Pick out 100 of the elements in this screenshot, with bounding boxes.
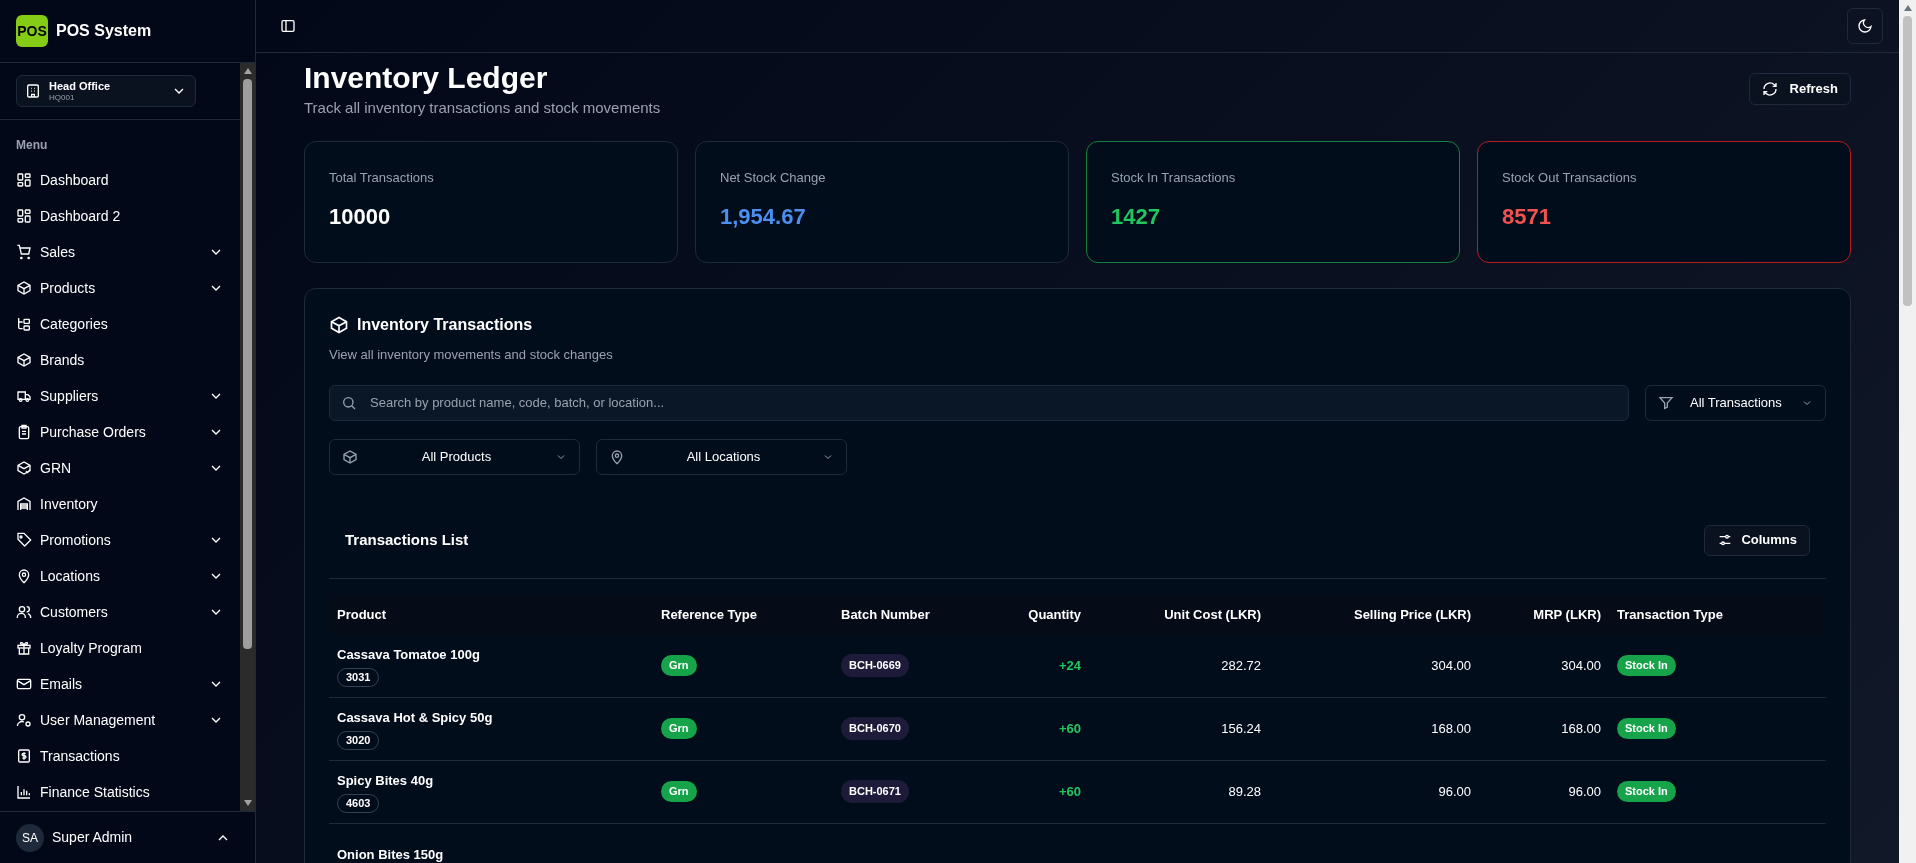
reference-type-badge: Grn xyxy=(661,655,697,676)
sidebar-item[interactable]: Customers xyxy=(8,594,232,630)
user-name: Super Admin xyxy=(52,828,133,847)
branch-selector[interactable]: Head Office HQ001 xyxy=(16,75,196,107)
refresh-button[interactable]: Refresh xyxy=(1748,73,1851,105)
sidebar-item[interactable]: Inventory xyxy=(8,486,232,522)
tag-icon xyxy=(16,532,32,548)
box-icon xyxy=(16,280,32,296)
sidebar-item[interactable]: Categories xyxy=(8,306,232,342)
stat-label: Stock Out Transactions xyxy=(1502,169,1638,187)
hierarchy-icon xyxy=(16,316,32,332)
sidebar-item[interactable]: Locations xyxy=(8,558,232,594)
table-cell: 304.00 xyxy=(1431,657,1471,673)
filter-icon xyxy=(1658,394,1674,411)
map-pin-icon xyxy=(609,448,625,465)
product-name: Onion Bites 150g xyxy=(337,845,444,863)
sidebar-item[interactable]: Products xyxy=(8,270,232,306)
panel-subtitle: View all inventory movements and stock changes xyxy=(329,346,614,364)
bar-chart-icon xyxy=(16,784,32,800)
sidebar-item[interactable]: Brands xyxy=(8,342,232,378)
batch-number-badge: BCH-0670 xyxy=(841,717,909,740)
quantity: +24 xyxy=(1058,657,1081,673)
gift-icon xyxy=(16,640,32,656)
column-header: Quantity xyxy=(1027,605,1081,624)
map-pin-icon xyxy=(16,568,32,584)
column-header: MRP (LKR) xyxy=(1532,605,1601,624)
sidebar-toggle-icon[interactable] xyxy=(280,18,296,34)
transaction-type-badge: Stock In xyxy=(1617,655,1676,676)
reference-type-badge: Grn xyxy=(661,718,697,739)
search-field[interactable]: Search by product name, code, batch, or location... xyxy=(329,384,1629,421)
sidebar-item[interactable]: Promotions xyxy=(8,522,232,558)
scrollbar-thumb[interactable] xyxy=(243,79,252,649)
column-header: Transaction Type xyxy=(1616,605,1724,624)
scrollbar-thumb[interactable] xyxy=(1903,16,1912,306)
stat-label: Stock In Transactions xyxy=(1111,169,1237,187)
clipboard-icon xyxy=(16,424,32,440)
stat-value: 1,954.67 xyxy=(720,202,807,231)
sidebar-item[interactable]: Emails xyxy=(8,666,232,702)
user-avatar: SA xyxy=(16,823,44,852)
quantity: +60 xyxy=(1058,720,1081,736)
sidebar-item[interactable]: Transactions xyxy=(8,738,232,774)
columns-button[interactable]: Columns xyxy=(1704,524,1810,556)
sidebar-item[interactable]: Sales xyxy=(8,234,232,270)
column-header: Unit Cost (LKR) xyxy=(1163,605,1261,624)
sidebar-item[interactable]: Dashboard xyxy=(8,162,232,198)
app-logo: POS xyxy=(16,15,48,47)
menu-section-label: Menu xyxy=(15,137,49,154)
panel-title: Inventory Transactions xyxy=(357,315,533,335)
scroll-down-icon[interactable] xyxy=(243,799,252,807)
building-icon xyxy=(25,83,41,99)
batch-number-badge: BCH-0671 xyxy=(841,780,909,803)
scrollbar[interactable] xyxy=(1899,0,1916,863)
moon-icon xyxy=(1857,18,1873,34)
box-check-icon xyxy=(16,460,32,476)
scrollbar[interactable] xyxy=(240,63,255,811)
product-name: Spicy Bites 40g xyxy=(337,771,434,790)
stat-label: Net Stock Change xyxy=(720,169,827,187)
product-filter-dropdown[interactable]: All Products xyxy=(329,438,580,475)
product-name: Cassava Hot & Spicy 50g xyxy=(337,708,493,727)
warehouse-icon xyxy=(16,496,32,512)
sidebar-item[interactable]: Purchase Orders xyxy=(8,414,232,450)
dollar-receipt-icon xyxy=(16,748,32,764)
reference-type-badge: Grn xyxy=(661,781,697,802)
stat-label: Total Transactions xyxy=(329,169,435,187)
column-header: Product xyxy=(337,605,388,624)
sidebar-item[interactable]: Loyalty Program xyxy=(8,630,232,666)
sidebar-item[interactable]: User Management xyxy=(8,702,232,738)
list-title: Transactions List xyxy=(345,529,469,550)
sidebar-item[interactable]: Dashboard 2 xyxy=(8,198,232,234)
box-icon xyxy=(329,315,349,335)
user-gear-icon xyxy=(16,712,32,728)
stat-value: 8571 xyxy=(1502,202,1552,231)
box-icon xyxy=(16,352,32,368)
mail-icon xyxy=(16,676,32,692)
table-cell: 96.00 xyxy=(1568,783,1601,799)
table-cell: 96.00 xyxy=(1438,783,1471,799)
location-filter-dropdown[interactable]: All Locations xyxy=(596,438,847,475)
page-subtitle: Track all inventory transactions and stock movements xyxy=(304,97,661,118)
cart-icon xyxy=(16,244,32,260)
scroll-up-icon[interactable] xyxy=(1903,4,1912,12)
transaction-type-dropdown[interactable]: All Transactions xyxy=(1645,384,1826,421)
grid-icon xyxy=(16,208,32,224)
scroll-up-icon[interactable] xyxy=(243,67,252,75)
column-header: Batch Number xyxy=(841,605,931,624)
stat-value: 1427 xyxy=(1111,202,1161,231)
product-name: Cassava Tomatoe 100g xyxy=(337,645,480,664)
table-cell: 168.00 xyxy=(1561,720,1601,736)
table-cell: 282.72 xyxy=(1221,657,1261,673)
table-cell: 156.24 xyxy=(1221,720,1261,736)
sidebar-item[interactable]: Suppliers xyxy=(8,378,232,414)
grid-icon xyxy=(16,172,32,188)
theme-toggle-button[interactable] xyxy=(1847,8,1883,44)
table-cell: 168.00 xyxy=(1431,720,1471,736)
sidebar-item[interactable]: GRN xyxy=(8,450,232,486)
table-cell: 304.00 xyxy=(1561,657,1601,673)
refresh-icon xyxy=(1761,81,1778,97)
app-name: POS System xyxy=(56,21,152,41)
column-header: Reference Type xyxy=(661,605,758,624)
sidebar-item[interactable]: Finance Statistics xyxy=(8,774,232,810)
stat-value: 10000 xyxy=(329,202,392,231)
